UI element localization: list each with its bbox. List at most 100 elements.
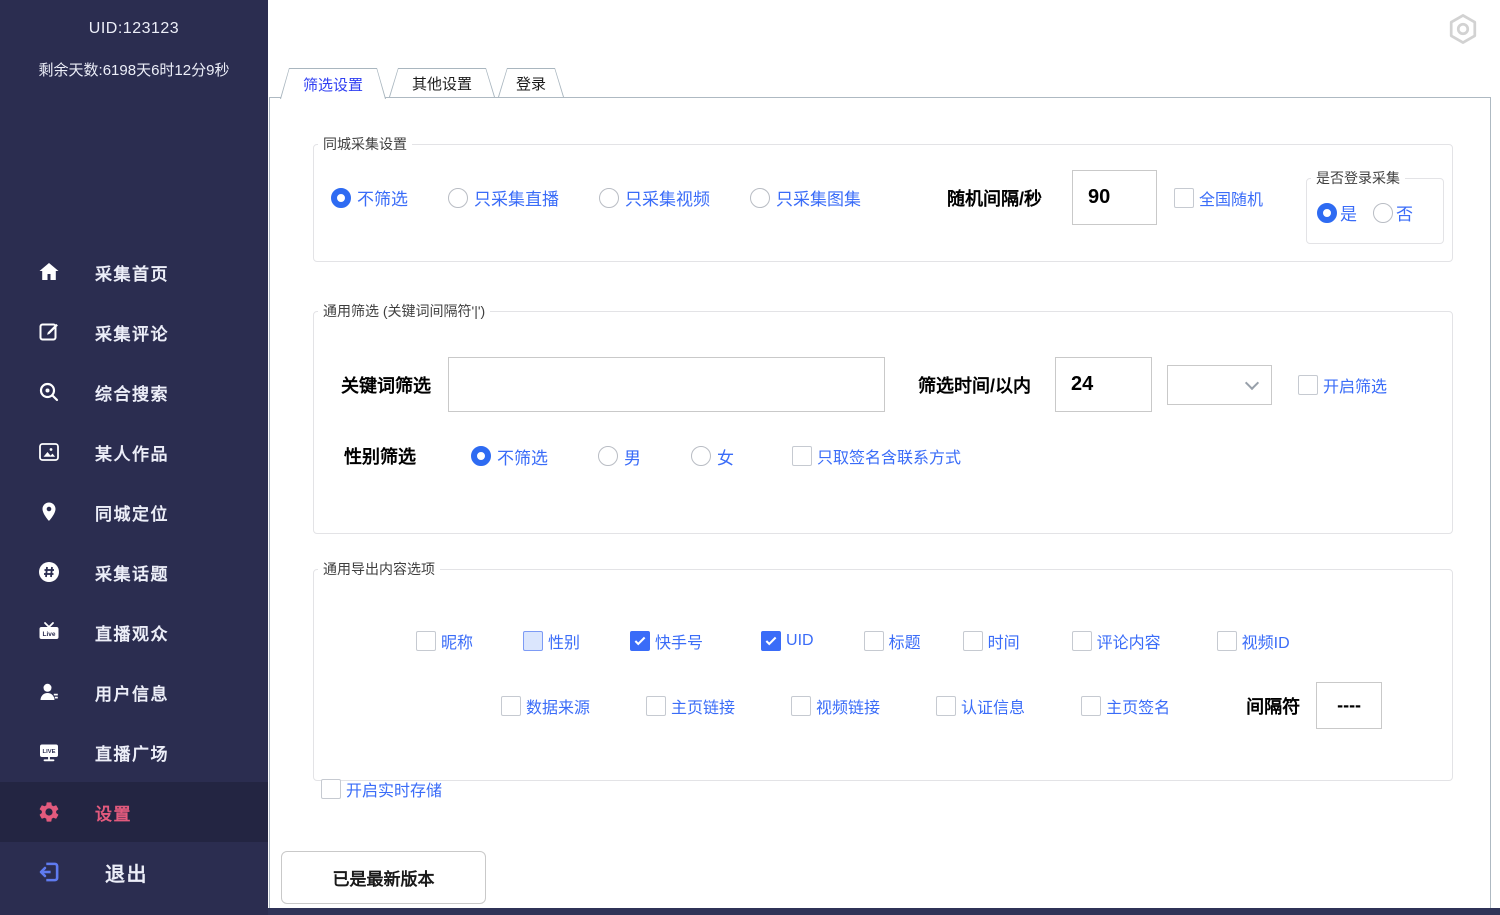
city-collect-section: 同城采集设置 不筛选 只采集直播 只采集视频 [313, 134, 1453, 262]
sidebar-item-live-plaza[interactable]: LIVE 直播广场 [0, 722, 268, 782]
radio-dot [331, 188, 351, 208]
sidebar-item-user-info[interactable]: 用户信息 [0, 662, 268, 722]
radio-gender-any[interactable]: 不筛选 [471, 444, 548, 469]
checkbox-label: 标题 [889, 629, 921, 653]
checkbox-box [761, 631, 781, 651]
checkbox-national-random[interactable]: 全国随机 [1174, 186, 1263, 210]
latest-version-button[interactable]: 已是最新版本 [281, 851, 486, 904]
sidebar-item-label: 直播观众 [95, 620, 169, 645]
sidebar-item-settings[interactable]: 设置 [0, 782, 268, 842]
sidebar-item-combined-search[interactable]: 综合搜索 [0, 362, 268, 422]
sidebar-item-city-location[interactable]: 同城定位 [0, 482, 268, 542]
radio-login-no[interactable]: 否 [1373, 200, 1413, 225]
sidebar-item-collect-comments[interactable]: 采集评论 [0, 302, 268, 362]
sidebar-item-label: 综合搜索 [95, 380, 169, 405]
svg-text:Live: Live [42, 631, 55, 638]
checkbox-homepage-link[interactable]: 主页链接 [646, 694, 735, 718]
radio-dot [599, 188, 619, 208]
time-filter-label: 筛选时间/以内 [918, 372, 1031, 398]
image-icon [36, 439, 62, 465]
radio-live-only[interactable]: 只采集直播 [448, 185, 559, 210]
checkbox-homepage-signature[interactable]: 主页签名 [1081, 694, 1170, 718]
checkbox-title[interactable]: 标题 [864, 629, 921, 653]
login-collect-group: 是否登录采集 是 否 [1306, 168, 1444, 244]
checkbox-realtime-storage[interactable]: 开启实时存储 [321, 777, 442, 801]
separator-input[interactable] [1316, 682, 1382, 729]
checkbox-label: 认证信息 [961, 694, 1025, 718]
sidebar-item-label: 采集话题 [95, 560, 169, 585]
checkbox-label: 性别 [548, 629, 580, 653]
checkbox-box [1217, 631, 1237, 651]
general-filter-section: 通用筛选 (关键词间隔符'|') 关键词筛选 筛选时间/以内 开启筛选 性 [313, 301, 1453, 534]
sidebar-item-live-audience[interactable]: Live 直播观众 [0, 602, 268, 662]
checkbox-label: 评论内容 [1097, 629, 1161, 653]
tab-page-panel: 同城采集设置 不筛选 只采集直播 只采集视频 [269, 97, 1491, 908]
keyword-input[interactable] [448, 357, 885, 412]
sidebar-menu: 采集首页 采集评论 综合搜索 某人作品 [0, 242, 268, 902]
sidebar-item-logout[interactable]: 退出 [0, 842, 268, 902]
live-screen-icon: LIVE [36, 739, 62, 765]
checkbox-video-id[interactable]: 视频ID [1217, 629, 1290, 653]
checkbox-comment-content[interactable]: 评论内容 [1072, 629, 1161, 653]
tab-filter-settings[interactable]: 筛选设置 [280, 68, 386, 99]
radio-login-yes[interactable]: 是 [1317, 200, 1357, 225]
chevron-down-icon [1245, 375, 1259, 389]
radio-gallery-only[interactable]: 只采集图集 [750, 185, 861, 210]
time-unit-select[interactable] [1167, 365, 1272, 405]
radio-label: 不筛选 [357, 185, 408, 210]
city-collect-row: 不筛选 只采集直播 只采集视频 只采集图集 随机间隔/秒 [331, 170, 1452, 225]
radio-label: 只采集直播 [474, 185, 559, 210]
checkbox-box [963, 631, 983, 651]
checkbox-gender[interactable]: 性别 [523, 629, 580, 653]
gender-filter-row: 性别筛选 不筛选 男 女 只取签名含联系方式 [344, 443, 1452, 469]
separator-label: 间隔符 [1246, 693, 1300, 719]
window-settings-gear-icon[interactable] [1446, 12, 1480, 46]
sidebar-item-collect-home[interactable]: 采集首页 [0, 242, 268, 302]
checkbox-label: 开启筛选 [1323, 373, 1387, 397]
checkbox-verify-info[interactable]: 认证信息 [936, 694, 1025, 718]
checkbox-box [1081, 696, 1101, 716]
login-collect-row: 是 否 [1317, 200, 1443, 225]
checkbox-uid[interactable]: UID [761, 631, 814, 651]
sidebar-item-label: 用户信息 [95, 680, 169, 705]
checkbox-box [416, 631, 436, 651]
checkbox-kuaishou-id[interactable]: 快手号 [630, 629, 703, 653]
checkbox-enable-filter[interactable]: 开启筛选 [1298, 373, 1387, 397]
checkbox-label: 主页签名 [1106, 694, 1170, 718]
sidebar-item-label: 某人作品 [95, 440, 169, 465]
radio-gender-male[interactable]: 男 [598, 444, 641, 469]
checkbox-time[interactable]: 时间 [963, 629, 1020, 653]
tab-login[interactable]: 登录 [498, 68, 564, 97]
radio-label: 男 [624, 444, 641, 469]
sidebar-item-collect-topics[interactable]: 采集话题 [0, 542, 268, 602]
sidebar-item-label: 采集首页 [95, 260, 169, 285]
checkbox-video-link[interactable]: 视频链接 [791, 694, 880, 718]
checkbox-label: 时间 [988, 629, 1020, 653]
tab-label: 筛选设置 [281, 69, 385, 99]
checkbox-label: 开启实时存储 [346, 777, 442, 801]
sidebar-item-user-works[interactable]: 某人作品 [0, 422, 268, 482]
radio-label: 否 [1396, 200, 1413, 225]
remaining-days-text: 剩余天数:6198天6时12分9秒 [0, 59, 268, 80]
tab-other-settings[interactable]: 其他设置 [389, 68, 495, 97]
radio-gender-female[interactable]: 女 [691, 444, 734, 469]
time-filter-input[interactable] [1055, 357, 1152, 412]
checkbox-label: UID [786, 632, 814, 650]
tab-label: 其他设置 [390, 69, 494, 97]
checkbox-data-source[interactable]: 数据来源 [501, 694, 590, 718]
section-legend: 是否登录采集 [1311, 168, 1405, 188]
checkbox-box [1072, 631, 1092, 651]
checkbox-nickname[interactable]: 昵称 [416, 629, 473, 653]
radio-no-filter[interactable]: 不筛选 [331, 185, 408, 210]
checkbox-label: 全国随机 [1199, 186, 1263, 210]
main-content: 筛选设置 其他设置 登录 同城采集设置 不筛选 [268, 0, 1500, 915]
gender-label: 性别筛选 [344, 443, 416, 469]
sidebar-item-label: 直播广场 [95, 740, 169, 765]
radio-video-only[interactable]: 只采集视频 [599, 185, 710, 210]
checkbox-label: 昵称 [441, 629, 473, 653]
section-legend: 通用导出内容选项 [318, 559, 440, 579]
checkbox-contact-signature-only[interactable]: 只取签名含联系方式 [792, 444, 961, 468]
checkbox-label: 快手号 [655, 629, 703, 653]
interval-input[interactable] [1072, 170, 1157, 225]
svg-text:LIVE: LIVE [43, 749, 56, 755]
